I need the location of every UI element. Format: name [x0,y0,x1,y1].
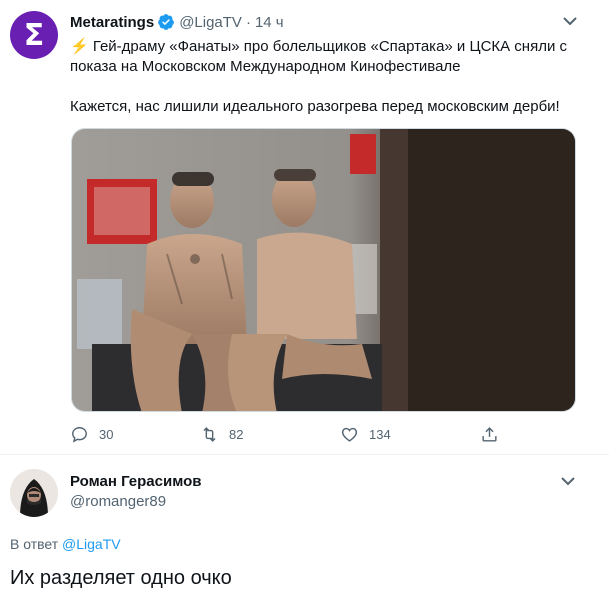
tweet: Σ Metaratings @LigaTV · 14 ч ⚡ Гей-драму… [0,0,609,458]
like-button[interactable]: 134 [340,425,480,444]
share-button[interactable] [480,425,499,444]
reply-to-line: В ответ @LigaTV [10,536,121,552]
reply-avatar[interactable] [10,469,58,517]
more-caret-icon[interactable] [558,473,578,489]
tweet-photo[interactable] [71,128,576,412]
tweet-text-line: показа на Московском Международном Киноф… [70,58,461,75]
reply-to-prefix: В ответ [10,536,59,552]
reply-icon [72,427,87,443]
separator-dot: · [245,13,251,31]
avatar[interactable]: Σ [10,11,58,59]
author-name[interactable]: Metaratings [70,14,154,31]
more-caret-icon[interactable] [560,13,580,29]
like-icon [341,427,358,442]
retweet-button[interactable]: 82 [200,425,340,444]
author-handle[interactable]: @LigaTV [179,14,242,31]
timestamp[interactable]: 14 ч [255,14,284,31]
photo-image [72,129,575,411]
hooded-figure-avatar-image [10,469,58,517]
reply-button[interactable]: 30 [70,425,200,444]
reply-tweet: Роман Герасимов @romanger89 В ответ @Lig… [0,455,609,606]
reply-count: 30 [99,427,114,442]
like-count: 134 [369,427,391,442]
retweet-icon [203,427,216,442]
tweet-text: ⚡ Гей-драму «Фанаты» про болельщиков «Сп… [70,37,590,117]
reply-text: Их разделяет одно очко [10,567,232,589]
reply-author-name[interactable]: Роман Герасимов [70,473,202,490]
share-icon [482,427,497,442]
verified-badge-icon [158,14,175,30]
tweet-text-line: ⚡ Гей-драму «Фанаты» про болельщиков «Сп… [70,38,568,55]
avatar-letter: Σ [23,17,45,53]
tweet-header: Metaratings @LigaTV · 14 ч [70,13,284,31]
tweet-actions: 30 82 134 [70,425,500,444]
reply-author-handle[interactable]: @romanger89 [70,493,166,510]
tweet-text-line: Кажется, нас лишили идеального разогрева… [70,98,560,115]
retweet-count: 82 [229,427,244,442]
reply-to-mention[interactable]: @LigaTV [62,536,121,552]
